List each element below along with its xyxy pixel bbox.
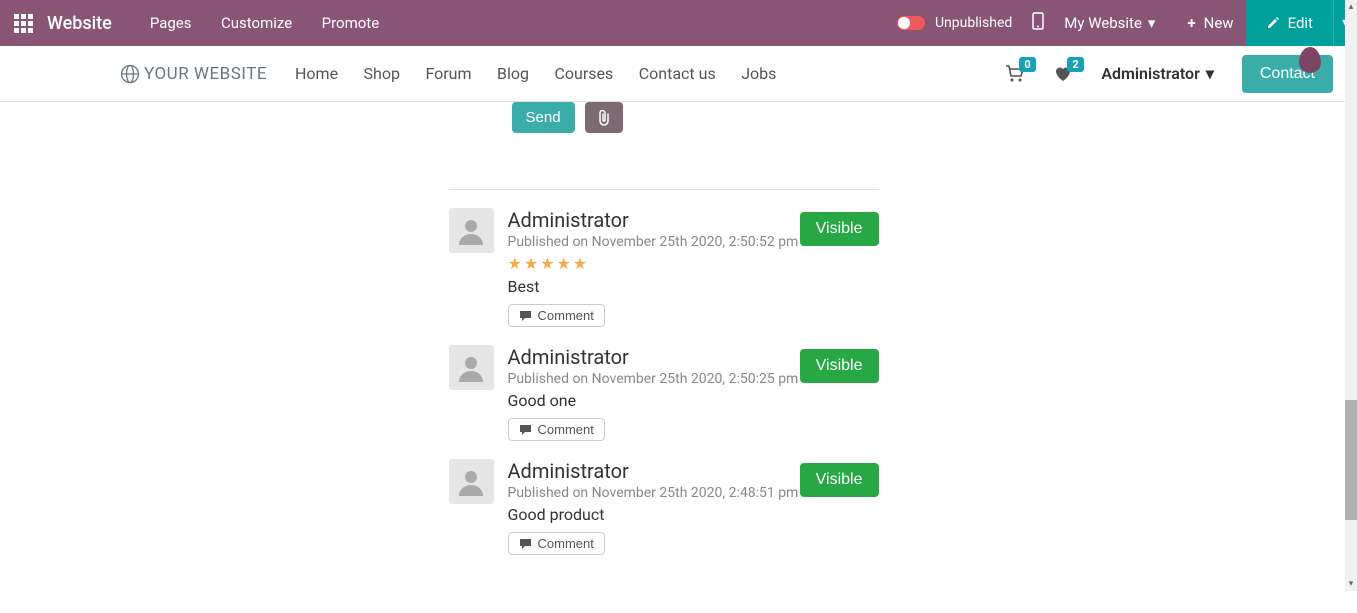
- nav-forum[interactable]: Forum: [425, 64, 471, 83]
- reply-button-label: Comment: [538, 422, 594, 437]
- cart-count-badge: 0: [1019, 57, 1035, 72]
- editor-drop-icon: [1299, 47, 1321, 73]
- reply-button-label: Comment: [538, 536, 594, 551]
- reply-button[interactable]: Comment: [508, 532, 605, 555]
- site-navbar: YOUR WEBSITE Home Shop Forum Blog Course…: [0, 46, 1357, 102]
- reply-button[interactable]: Comment: [508, 304, 605, 327]
- nav-jobs[interactable]: Jobs: [741, 64, 776, 83]
- edit-button-label: Edit: [1288, 14, 1313, 32]
- visibility-button[interactable]: Visible: [800, 349, 879, 383]
- scrollbar[interactable]: ▴ ▾: [1345, 0, 1357, 591]
- cart-button[interactable]: 0: [1005, 65, 1025, 83]
- nav-blog[interactable]: Blog: [497, 64, 529, 83]
- divider: [449, 189, 879, 190]
- send-button[interactable]: Send: [512, 102, 575, 133]
- menu-promote[interactable]: Promote: [322, 14, 380, 32]
- nav-contact-us[interactable]: Contact us: [639, 64, 716, 83]
- menu-pages[interactable]: Pages: [150, 14, 192, 32]
- comment-text: Best: [508, 277, 879, 296]
- scroll-down-icon[interactable]: ▾: [1345, 577, 1357, 591]
- website-dropdown[interactable]: My Website ▾: [1064, 14, 1155, 32]
- reply-button[interactable]: Comment: [508, 418, 605, 441]
- comment-item: Administrator Published on November 25th…: [449, 459, 879, 573]
- website-dropdown-label: My Website: [1064, 14, 1142, 32]
- page-content: Send Administrator Published on November…: [147, 102, 1181, 573]
- avatar: [449, 459, 494, 504]
- avatar: [449, 345, 494, 390]
- toggle-icon: [897, 16, 925, 30]
- logo-text: YOUR WEBSITE: [144, 64, 267, 84]
- nav-shop[interactable]: Shop: [364, 64, 400, 83]
- menu-customize[interactable]: Customize: [221, 14, 292, 32]
- comment-item: Administrator Published on November 25th…: [449, 345, 879, 459]
- nav-courses[interactable]: Courses: [554, 64, 613, 83]
- wishlist-button[interactable]: 2: [1053, 65, 1073, 83]
- speech-bubble-icon: [519, 424, 532, 436]
- site-logo[interactable]: YOUR WEBSITE: [120, 64, 267, 84]
- speech-bubble-icon: [519, 538, 532, 550]
- paperclip-icon: [597, 110, 611, 126]
- new-button-label: New: [1204, 14, 1234, 32]
- comment-text: Good product: [508, 505, 879, 524]
- rating-stars: ★★★★★: [508, 254, 879, 273]
- user-dropdown[interactable]: Administrator ▾: [1101, 64, 1214, 83]
- nav-home[interactable]: Home: [295, 64, 338, 83]
- plus-icon: +: [1187, 14, 1195, 32]
- new-button[interactable]: + New: [1175, 14, 1245, 32]
- compose-actions: Send: [512, 102, 1181, 133]
- attach-button[interactable]: [585, 102, 623, 133]
- caret-down-icon: ▾: [1148, 14, 1156, 32]
- speech-bubble-icon: [519, 310, 532, 322]
- user-name: Administrator: [1101, 64, 1200, 83]
- pencil-icon: [1266, 16, 1280, 30]
- comment-text: Good one: [508, 391, 879, 410]
- caret-down-icon: ▾: [1206, 64, 1214, 83]
- scroll-up-icon[interactable]: ▴: [1345, 0, 1357, 14]
- top-toolbar: Website Pages Customize Promote Unpublis…: [0, 0, 1357, 46]
- wishlist-count-badge: 2: [1067, 57, 1083, 72]
- publish-toggle[interactable]: Unpublished: [897, 15, 1012, 31]
- visibility-button[interactable]: Visible: [800, 463, 879, 497]
- reply-button-label: Comment: [538, 308, 594, 323]
- avatar: [449, 208, 494, 253]
- publish-status-label: Unpublished: [935, 15, 1012, 31]
- topbar-menu: Pages Customize Promote: [150, 14, 405, 32]
- contact-button[interactable]: Contact: [1242, 55, 1333, 93]
- edit-button[interactable]: Edit: [1246, 0, 1333, 46]
- apps-icon[interactable]: [14, 14, 33, 33]
- globe-icon: [120, 64, 140, 84]
- comment-item: Administrator Published on November 25th…: [449, 208, 879, 345]
- visibility-button[interactable]: Visible: [800, 212, 879, 246]
- scroll-thumb[interactable]: [1345, 400, 1357, 520]
- mobile-preview-icon[interactable]: [1032, 12, 1044, 34]
- nav-links: Home Shop Forum Blog Courses Contact us …: [295, 64, 798, 83]
- brand-title: Website: [47, 13, 112, 34]
